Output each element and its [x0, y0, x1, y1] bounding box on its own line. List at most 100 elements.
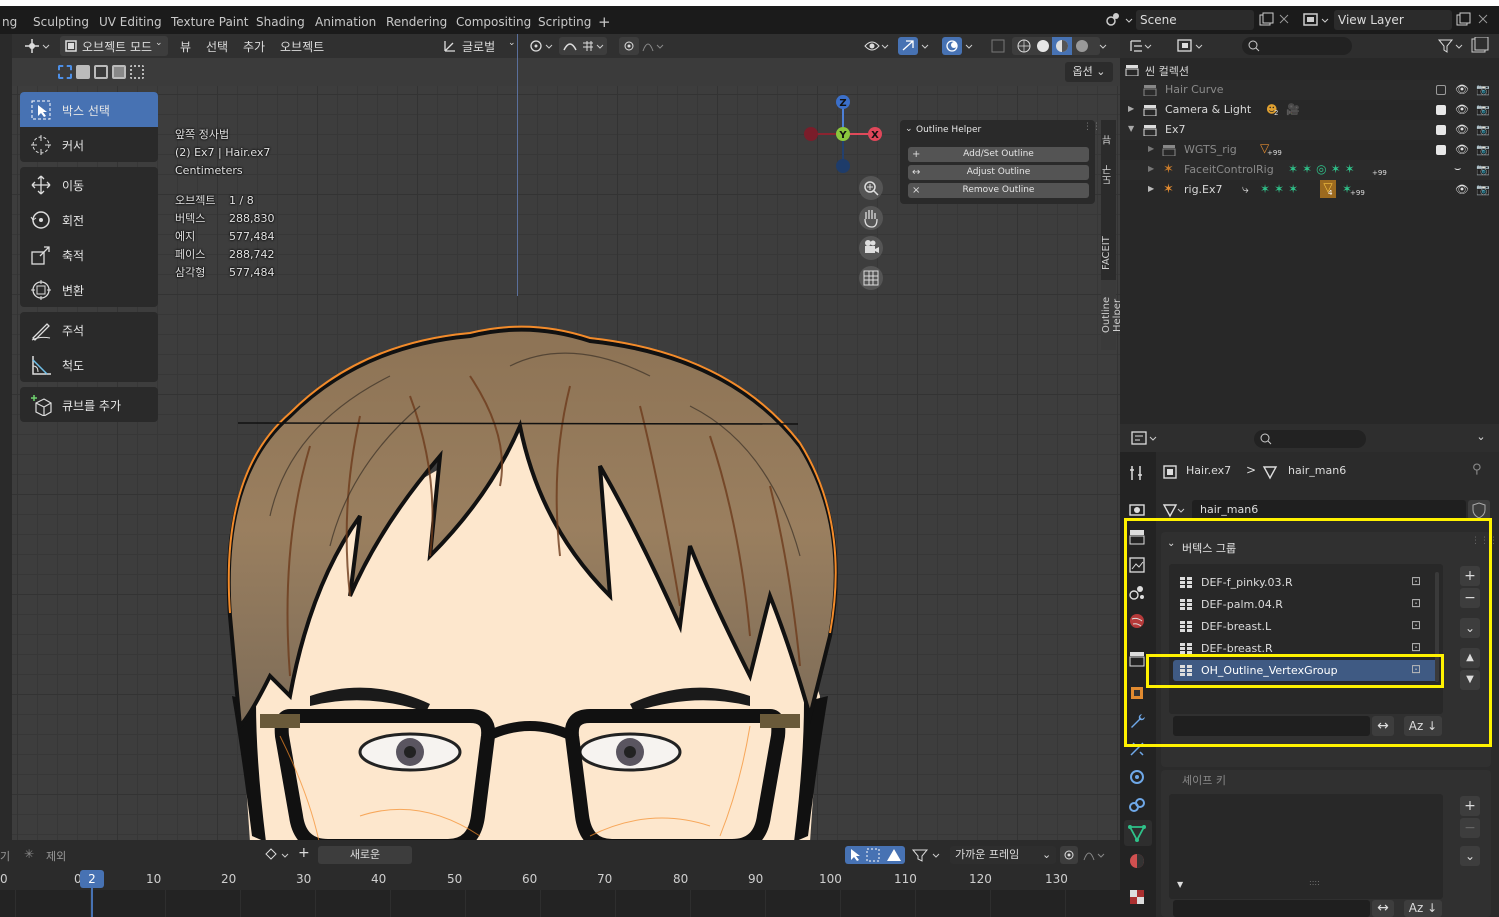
pivot-snap-proportional-icons[interactable] [527, 37, 667, 55]
shape-key-list[interactable]: ▼ :::: [1169, 794, 1443, 899]
scene-collection-row[interactable]: 씬 컬렉션 [1120, 60, 1499, 80]
select-invert-icon[interactable] [112, 65, 126, 79]
eye-icon[interactable]: 👁 [1455, 183, 1469, 196]
snap-dropdown[interactable]: 가까운 프레임 ⌄ [950, 846, 1056, 864]
scene-new-delete-icons[interactable] [1258, 12, 1294, 28]
exclude-checkbox[interactable] [1436, 145, 1446, 155]
expand-arrow-icon[interactable]: ▶ [1128, 104, 1134, 113]
camera-render-icon[interactable]: 📷 [1476, 143, 1490, 156]
menu-select[interactable]: 선택 [206, 38, 228, 55]
tab-sculpting[interactable]: Sculpting [27, 12, 95, 32]
timeline-body[interactable] [0, 890, 1120, 917]
add-set-outline-button[interactable]: + Add/Set Outline [908, 147, 1089, 162]
tab-view[interactable]: 뷰 [1101, 126, 1116, 154]
chevron-down-icon[interactable]: ⌄ [1460, 846, 1480, 866]
filter-icon[interactable] [1436, 37, 1496, 55]
render-icon[interactable] [1128, 500, 1146, 518]
select-extend-icon[interactable] [76, 65, 90, 79]
exclude-checkbox[interactable] [1436, 85, 1446, 95]
mode-dropdown[interactable]: 오브젝트 모드 ⌄ [60, 36, 168, 56]
tab-uv-editing[interactable]: UV Editing [93, 12, 168, 32]
remove-outline-button[interactable]: × Remove Outline [908, 183, 1089, 198]
expand-arrow-icon[interactable]: ▶ [1148, 144, 1154, 153]
menu-add[interactable]: 추가 [243, 38, 265, 55]
select-subtract-icon[interactable] [94, 65, 108, 79]
view-layer-new-delete-icons[interactable] [1455, 12, 1495, 28]
camera-render-icon[interactable]: 📷 [1476, 163, 1490, 176]
tab-rendering[interactable]: Rendering [380, 12, 453, 32]
tool-settings-icon[interactable] [1128, 464, 1146, 482]
keying-icon[interactable] [262, 846, 294, 864]
panel-grip-icon[interactable]: ⋮⋮ [1083, 122, 1101, 132]
menu-object[interactable]: 오브젝트 [280, 38, 324, 55]
material-icon[interactable] [1128, 852, 1146, 870]
physics-icon[interactable] [1128, 768, 1146, 786]
chevron-down-icon[interactable]: ⌄ [905, 124, 913, 134]
tab-texture-paint[interactable]: Texture Paint [165, 12, 254, 32]
editor-type-icon[interactable] [1130, 430, 1164, 446]
pin-icon[interactable]: ⚲ [1472, 462, 1482, 477]
eye-icon[interactable]: 👁 [1455, 123, 1469, 136]
zoom-icon[interactable] [859, 176, 883, 200]
list-item[interactable]: Hair Curve 👁 📷 [1120, 80, 1499, 100]
orientation-dropdown[interactable]: 글로벌 ⌄ [440, 36, 520, 56]
select-new-icon[interactable] [58, 65, 72, 79]
tab-scripting[interactable]: Scripting [532, 12, 597, 32]
fake-user-shield-icon[interactable] [1468, 500, 1490, 520]
plus-icon[interactable]: + [298, 845, 310, 861]
constraints-icon[interactable] [1128, 796, 1146, 814]
adjust-outline-button[interactable]: ↔ Adjust Outline [908, 165, 1089, 180]
outliner-search-input[interactable] [1242, 37, 1352, 55]
outliner[interactable]: 씬 컬렉션 Hair Curve 👁 📷 ▶ Camera & Light ☻ … [1120, 34, 1499, 424]
expand-arrow-icon[interactable]: ▼ [1128, 124, 1134, 133]
tool-box-select[interactable]: 박스 선택 [20, 92, 158, 127]
tab-tool[interactable]: 도구 [1101, 160, 1116, 190]
eye-icon[interactable]: 👁 [1455, 103, 1469, 116]
tab-layout[interactable]: ng [0, 12, 23, 32]
selection-mode-toolbar[interactable] [52, 62, 152, 84]
tool-measure[interactable]: 척도 [20, 347, 158, 382]
tab-animation[interactable]: Animation [309, 12, 382, 32]
viewport-display-icons[interactable] [862, 37, 1112, 55]
current-frame-indicator[interactable]: 2 [80, 870, 104, 888]
options-dropdown[interactable]: 옵션 ⌄ [1065, 62, 1113, 82]
tab-compositing[interactable]: Compositing [450, 12, 537, 32]
list-item[interactable]: ▶ ✶ FaceitControlRig ✶✶◎✶✶ +99 ⌣ 📷 [1120, 160, 1499, 180]
menu-view[interactable]: 뷰 [180, 38, 191, 55]
proportional-edit-icons[interactable] [1060, 846, 1115, 864]
properties-search-input[interactable] [1254, 430, 1366, 448]
add-shape-key-button[interactable]: + [1460, 796, 1480, 816]
select-intersect-icon[interactable] [130, 65, 144, 79]
tool-cursor[interactable]: 커서 [20, 127, 158, 162]
list-item[interactable]: ▶ ✶ rig.Ex7 ⤷ ✶✶✶ ▽ 4 ✶ +99 👁 📷 [1120, 180, 1499, 200]
tool-move[interactable]: 이동 [20, 167, 158, 202]
tool-rotate[interactable]: 회전 [20, 202, 158, 237]
outliner-mode-icons[interactable] [1128, 37, 1218, 55]
camera-render-icon[interactable]: 📷 [1476, 103, 1490, 116]
view-layer-icon[interactable] [1302, 11, 1332, 29]
list-grip-icon[interactable]: :::: [1309, 878, 1320, 887]
expand-arrow-icon[interactable]: ▶ [1148, 164, 1154, 173]
character-hair-mesh[interactable] [210, 296, 850, 840]
arrows-horizontal-icon[interactable]: ↔ [1372, 900, 1394, 917]
exclude-label[interactable]: 제외 [46, 848, 66, 864]
new-action-button[interactable]: 새로운 [318, 846, 412, 864]
pan-hand-icon[interactable] [859, 206, 883, 230]
scene-selector-icon[interactable] [1104, 11, 1134, 29]
chevron-down-icon[interactable]: ⌄ [1470, 430, 1492, 448]
eye-closed-icon[interactable]: ⌣ [1454, 162, 1461, 176]
exclude-checkbox[interactable] [1436, 105, 1446, 115]
tool-annotate[interactable]: 주석 [20, 312, 158, 347]
navigation-gizmo[interactable]: Z X Y [800, 94, 890, 174]
tab-faceit[interactable]: FACEIT [1101, 228, 1116, 278]
exclude-checkbox[interactable] [1436, 125, 1446, 135]
mesh-browse-icon[interactable] [1162, 502, 1188, 518]
frame-ruler[interactable]: 0 0 10 20 30 40 50 60 70 80 90 100 110 1… [0, 868, 1120, 890]
eye-icon[interactable]: 👁 [1455, 83, 1469, 96]
add-workspace-button[interactable]: + [592, 12, 617, 32]
remove-shape-key-button[interactable]: − [1460, 818, 1480, 838]
texture-icon[interactable] [1128, 888, 1146, 906]
tool-add-cube[interactable]: 큐브를 추가 [20, 387, 158, 422]
3d-viewport[interactable]: 오브젝트 모드 ⌄ 뷰 선택 추가 오브젝트 글로벌 ⌄ 옵션 ⌄ 박스 선택 … [0, 34, 1120, 840]
expand-arrow-icon[interactable]: ▼ [1177, 880, 1183, 889]
